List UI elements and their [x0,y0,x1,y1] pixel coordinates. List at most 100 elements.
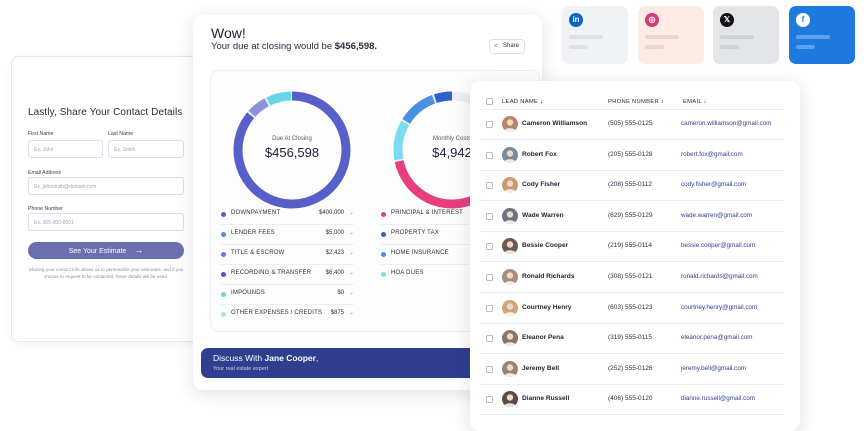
closing-cost-row[interactable]: TITLE & ESCROW $2,423 ⌄ [221,249,354,261]
chevron-down-icon: ⌄ [348,250,354,256]
email-field[interactable]: Ex. johnsmith@domain.com [28,177,184,195]
share-icon: < [494,43,499,50]
donut1-segment [266,91,292,106]
row-checkbox[interactable] [486,304,493,312]
closing-cost-row[interactable]: LENDER FEES $5,000 ⌄ [221,229,354,241]
lead-email[interactable]: courtney.henry@gmail.com [681,304,757,311]
lead-row[interactable]: Cody Fisher (208) 555-0112 cody.fisher@g… [480,170,785,202]
row-divider [221,304,354,305]
legend-dot [221,272,226,277]
avatar-person-icon [504,302,516,316]
lead-row[interactable]: Cameron Williamson (505) 555-0125 camero… [480,109,785,140]
lead-email[interactable]: cody.fisher@gmail.com [681,181,746,188]
lead-row[interactable]: Ronald Richards (308) 555-0121 ronald.ri… [480,262,785,293]
closing-cost-row[interactable]: RECORDING & TRANSFER $6,400 ⌄ [221,269,354,281]
row-checkbox[interactable] [486,335,493,343]
lead-email[interactable]: cameron.williamson@gmail.com [681,120,771,127]
see-estimate-button[interactable]: See Your Estimate → [28,242,184,259]
lead-name: Ronald Richards [522,273,575,280]
lead-email[interactable]: dianne.russell@gmail.com [681,395,755,402]
lead-email[interactable]: ronald.richards@gmail.com [681,273,758,280]
lead-phone: (208) 555-0112 [608,181,652,189]
legend-dot [381,272,386,277]
last-name-field[interactable]: Ex. Smith [108,140,184,158]
discuss-heading: Discuss With Jane Cooper, [213,353,319,363]
summary-heading: Wow! [211,25,246,41]
sort-icon: ↓ [703,99,707,105]
closing-cost-row[interactable]: DOWNPAYMENT $400,000 ⌄ [221,209,354,221]
row-divider [221,244,354,245]
social-tile-linkedin[interactable]: in [562,6,628,64]
closing-cost-value: $875 [330,310,344,316]
lead-email[interactable]: wade.warren@gmail.com [681,212,752,219]
sort-icon: ↓ [540,99,544,105]
avatar-person-icon [504,333,516,347]
lead-name-header[interactable]: LEAD NAME ↓ [502,99,543,105]
lead-email[interactable]: jeremy.bell@gmail.com [681,365,746,372]
social-tile-instagram[interactable]: ◎ [638,6,704,64]
first-name-field[interactable]: Ex. John [28,140,103,158]
row-checkbox[interactable] [486,212,493,220]
lead-row[interactable]: Courtney Henry (603) 555-0123 courtney.h… [480,293,785,324]
x-icon: 𝕏 [720,13,734,27]
agent-subtitle: Your real estate expert [213,366,269,372]
first-name-label: First Name [28,131,54,137]
email-header[interactable]: EMAIL ↓ [683,99,707,105]
phone-field[interactable]: Ex. 305-000-0001 [28,213,184,231]
lead-phone: (308) 555-0121 [608,273,653,280]
avatar [502,177,518,194]
closing-cost-value: $2,423 [325,250,344,256]
phone-label: Phone Number [28,206,63,212]
facebook-icon: f [796,13,810,27]
lead-row[interactable]: Jeremy Bell (252) 555-0126 jeremy.bell@g… [480,354,785,385]
row-checkbox[interactable] [486,151,493,159]
lead-row[interactable]: Bessie Cooper (219) 555-0114 bessie.coop… [480,231,785,263]
legend-dot [221,212,226,217]
avatar [502,207,518,224]
lead-row[interactable]: Dianne Russell (406) 555-0120 dianne.rus… [480,384,785,416]
avatar [502,360,518,377]
linkedin-icon: in [569,13,583,27]
leads-table-card: LEAD NAME ↓ PHONE NUMBER ↓ EMAIL ↓ Camer… [470,81,800,431]
lead-email[interactable]: bessie.cooper@gmail.com [681,242,755,249]
lead-name: Jeremy Bell [522,364,560,372]
closing-cost-name: RECORDING & TRANSFER [231,270,312,276]
placeholder-line [796,35,830,39]
closing-cost-row[interactable]: OTHER EXPENSES / CREDITS $875 ⌄ [221,309,354,321]
lead-row[interactable]: Eleanor Pena (319) 555-0115 eleanor.pena… [480,323,785,355]
placeholder-line [720,45,739,49]
row-checkbox[interactable] [486,182,493,190]
lead-email[interactable]: robert.fox@gmail.com [681,151,743,158]
avatar-person-icon [504,211,516,224]
row-checkbox[interactable] [486,274,493,281]
avatar-person-icon [504,149,516,163]
lead-email[interactable]: eleanor.pena@gmail.com [681,334,753,341]
row-checkbox[interactable] [486,121,493,128]
placeholder-line [569,35,603,39]
social-tile-facebook[interactable]: f [789,6,855,64]
closing-cost-row[interactable]: IMPOUNDS $0 ⌄ [221,289,354,301]
legend-dot [221,312,226,317]
avatar [502,238,518,255]
avatar-person-icon [504,119,516,132]
social-tile-x[interactable]: 𝕏 [713,6,779,64]
agent-name: Jane Cooper [264,353,316,363]
email-label: Email Address [28,170,62,176]
placeholder-line [796,45,815,49]
chevron-down-icon: ⌄ [348,290,354,296]
sort-icon: ↓ [660,99,665,105]
row-checkbox[interactable] [486,365,493,373]
lead-row[interactable]: Wade Warren (629) 555-0129 wade.warren@g… [480,201,785,232]
monthly-cost-name: PRINCIPAL & INTEREST [391,210,464,216]
row-checkbox[interactable] [486,396,493,404]
chevron-down-icon: ⌄ [348,210,354,216]
row-checkbox[interactable] [486,243,493,251]
monthly-cost-name: HOA DUES [391,270,424,276]
phone-number-header[interactable]: PHONE NUMBER ↓ [608,99,664,105]
arrow-right-icon: → [134,245,144,255]
lead-row[interactable]: Robert Fox (205) 555-0128 robert.fox@gma… [480,140,785,171]
share-button[interactable]: < Share [489,39,525,54]
share-label: Share [503,43,520,49]
legend-dot [221,252,226,257]
select-all-checkbox[interactable] [486,98,493,105]
